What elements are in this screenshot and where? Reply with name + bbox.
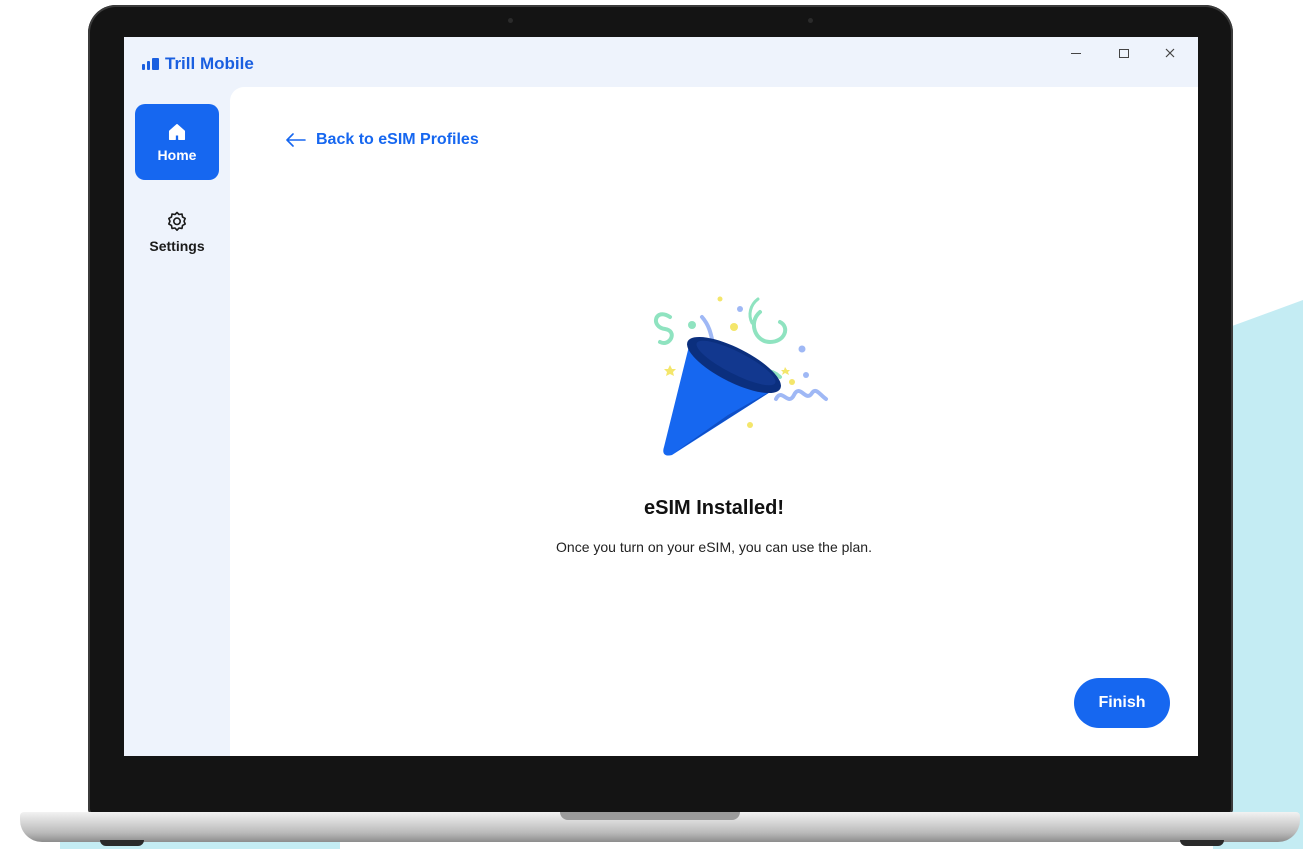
signal-bars-icon bbox=[142, 58, 159, 70]
gear-icon bbox=[168, 211, 186, 231]
laptop-foot bbox=[100, 840, 144, 846]
close-button[interactable] bbox=[1150, 41, 1190, 65]
title-bar: Trill Mobile bbox=[124, 37, 1198, 87]
success-message: Once you turn on your eSIM, you can use … bbox=[556, 539, 872, 555]
sidebar-item-home[interactable]: Home bbox=[135, 104, 219, 180]
maximize-icon bbox=[1119, 48, 1129, 58]
laptop-base-notch bbox=[560, 812, 740, 820]
app-logo: Trill Mobile bbox=[142, 54, 254, 74]
camera-dot bbox=[508, 18, 513, 23]
home-icon bbox=[168, 123, 186, 141]
sidebar: Home Settings bbox=[124, 87, 230, 756]
minimize-icon bbox=[1071, 52, 1081, 54]
sidebar-item-label: Settings bbox=[149, 238, 205, 254]
sensor-dot bbox=[808, 18, 813, 23]
close-icon bbox=[1165, 48, 1175, 58]
app-title: Trill Mobile bbox=[165, 54, 254, 73]
sidebar-item-settings[interactable]: Settings bbox=[135, 194, 219, 270]
success-title: eSIM Installed! bbox=[643, 497, 785, 519]
arrow-left-icon bbox=[286, 133, 306, 147]
main-content: Back to eSIM Profiles eSIM Installed! On… bbox=[230, 87, 1198, 756]
app-window: Trill Mobile Home Settings Back to eSIM … bbox=[124, 37, 1198, 756]
maximize-button[interactable] bbox=[1104, 41, 1144, 65]
sidebar-item-label: Home bbox=[157, 147, 197, 163]
back-to-esim-profiles-link[interactable]: Back to eSIM Profiles bbox=[286, 131, 479, 149]
minimize-button[interactable] bbox=[1056, 41, 1096, 65]
finish-button[interactable]: Finish bbox=[1074, 678, 1170, 728]
laptop-foot bbox=[1180, 840, 1224, 846]
back-link-label: Back to eSIM Profiles bbox=[316, 131, 479, 148]
party-popper-icon bbox=[654, 296, 828, 456]
